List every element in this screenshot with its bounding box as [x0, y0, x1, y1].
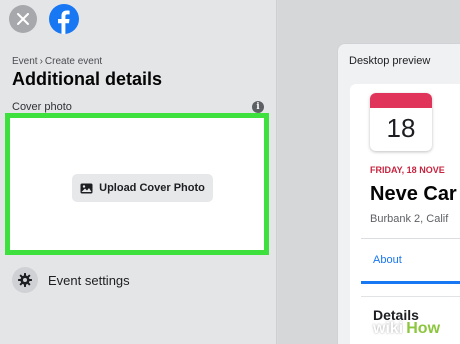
info-icon[interactable]: i	[252, 101, 264, 113]
cover-photo-dropzone[interactable]: Upload Cover Photo	[5, 113, 269, 255]
close-icon	[17, 13, 29, 25]
watermark-wiki: wiki	[373, 320, 404, 337]
cover-photo-label: Cover photo	[12, 101, 72, 113]
event-settings-item[interactable]: Event settings	[12, 267, 130, 293]
upload-cover-photo-button[interactable]: Upload Cover Photo	[72, 174, 213, 202]
event-date: FRIDAY, 18 NOVE	[370, 165, 445, 175]
watermark-how: How	[403, 320, 444, 337]
preview-divider	[361, 238, 460, 239]
close-button[interactable]	[9, 5, 37, 33]
calendar-header	[370, 93, 432, 108]
calendar-icon: 18	[370, 93, 432, 151]
tab-about[interactable]: About	[373, 254, 402, 266]
gear-icon	[12, 267, 38, 293]
page-title: Additional details	[12, 69, 163, 89]
image-icon	[80, 183, 93, 193]
event-settings-label: Event settings	[48, 272, 130, 288]
event-name: Neve Car	[370, 183, 457, 205]
wikihow-watermark: wiki How	[373, 320, 444, 338]
preview-title: Desktop preview	[349, 55, 431, 67]
info-icon-glyph: i	[256, 102, 260, 112]
event-location: Burbank 2, Calif	[370, 213, 449, 225]
breadcrumb: Event › Create event	[12, 56, 102, 67]
tab-about-underline	[361, 281, 460, 284]
breadcrumb-current: Create event	[44, 56, 103, 67]
breadcrumb-parent[interactable]: Event	[12, 56, 38, 67]
event-form-panel: Event › Create event Additional details Co…	[0, 0, 277, 344]
calendar-day: 18	[386, 113, 416, 143]
breadcrumb-separator: ›	[39, 56, 43, 67]
facebook-logo-icon[interactable]	[49, 4, 79, 34]
upload-cover-photo-label: Upload Cover Photo	[99, 182, 205, 194]
